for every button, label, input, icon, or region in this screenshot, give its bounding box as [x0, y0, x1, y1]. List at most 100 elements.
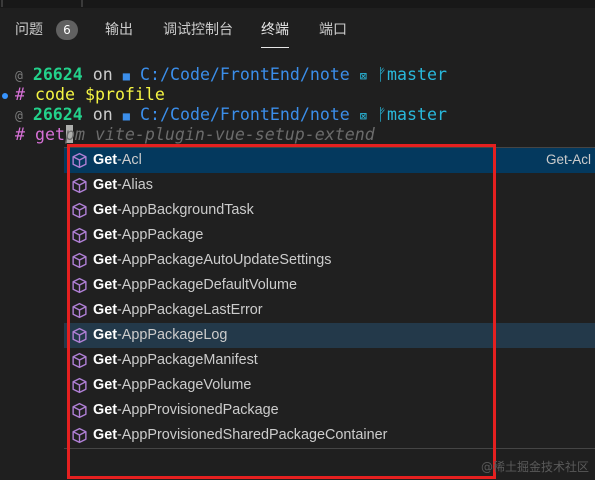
suggestion-item[interactable]: Get-AppBackgroundTask — [64, 198, 595, 223]
suggestion-rest: -AppPackageDefaultVolume — [117, 277, 297, 293]
method-cube-icon — [71, 327, 88, 344]
git-branch: master — [387, 65, 447, 84]
tab-problems[interactable]: 问题 — [15, 21, 43, 39]
suggestion-detail: Get-Acl — [545, 152, 591, 167]
suggestion-item[interactable]: Get-AppProvisionedPackage — [64, 398, 595, 423]
suggestion-rest: -AppProvisionedPackage — [117, 402, 279, 418]
suggestion-item[interactable]: Get-AppProvisionedSharedPackageContainer — [64, 423, 595, 448]
match-highlight: Get — [93, 402, 117, 418]
suggestion-item[interactable]: Get-AppPackage — [64, 223, 595, 248]
suggestion-label: Get-AppPackageManifest — [93, 351, 258, 370]
working-directory: C:/Code/FrontEnd/note — [140, 105, 350, 124]
method-cube-icon — [71, 227, 88, 244]
suggestion-label: Get-AppProvisionedSharedPackageContainer — [93, 426, 387, 445]
suggestion-rest: -AppPackageLastError — [117, 302, 263, 318]
match-highlight: Get — [93, 177, 117, 193]
method-cube-icon — [71, 402, 88, 419]
command-text: code — [35, 85, 75, 104]
tab-output[interactable]: 输出 — [105, 21, 133, 39]
method-cube-icon — [71, 152, 88, 169]
match-highlight: Get — [93, 202, 117, 218]
folder-icon: ■ — [122, 69, 130, 83]
suggestion-rest: -AppPackageManifest — [117, 352, 258, 368]
terminal-line: # code $profile — [15, 85, 165, 105]
git-icon: ⊠ — [359, 69, 368, 83]
method-cube-icon — [71, 252, 88, 269]
suggestion-label: Get-Alias — [93, 176, 153, 195]
command-argument: $profile — [84, 85, 165, 104]
git-icon: ⊠ — [359, 109, 368, 123]
suggestion-rest: -AppPackageVolume — [117, 377, 252, 393]
terminal-line: @ 26624 on ■ C:/Code/FrontEnd/note ⊠ ᚠma… — [15, 105, 447, 125]
terminal-input-line[interactable]: # getpm vite-plugin-vue-setup-extend — [15, 125, 375, 145]
tab-debug-console[interactable]: 调试控制台 — [163, 21, 233, 39]
prompt-symbol: @ — [15, 109, 23, 124]
on-text: on — [92, 105, 113, 124]
method-cube-icon — [71, 377, 88, 394]
match-highlight: Get — [93, 277, 117, 293]
branch-icon: ᚠ — [377, 105, 387, 124]
suggestion-item[interactable]: Get-Alias — [64, 173, 595, 198]
problems-count-badge: 6 — [56, 20, 78, 40]
match-highlight: Get — [93, 227, 117, 243]
method-cube-icon — [71, 302, 88, 319]
suggestion-rest: -AppProvisionedSharedPackageContainer — [117, 427, 388, 443]
process-id: 26624 — [32, 105, 83, 124]
git-branch: master — [387, 105, 447, 124]
process-id: 26624 — [32, 65, 83, 84]
match-highlight: Get — [93, 327, 117, 343]
suggestion-label: Get-AppPackage — [93, 226, 203, 245]
suggestion-rest: -AppPackageLog — [117, 327, 228, 343]
match-highlight: Get — [93, 302, 117, 318]
match-highlight: Get — [93, 252, 117, 268]
suggestion-item[interactable]: Get-AppPackageManifest — [64, 348, 595, 373]
method-cube-icon — [71, 202, 88, 219]
prompt-symbol: @ — [15, 69, 23, 84]
watermark: @稀土掘金技术社区 — [480, 460, 589, 474]
typed-command: get — [35, 125, 65, 144]
divider — [1, 0, 3, 7]
suggestion-item[interactable]: Get-AppPackageDefaultVolume — [64, 273, 595, 298]
hash-prompt: # — [15, 125, 25, 144]
suggestion-rest: -Alias — [117, 177, 153, 193]
suggestion-rest: -Acl — [117, 152, 142, 168]
method-cube-icon — [71, 177, 88, 194]
tab-terminal[interactable]: 终端 — [261, 21, 289, 48]
suggestion-label: Get-AppBackgroundTask — [93, 201, 254, 220]
method-cube-icon — [71, 277, 88, 294]
method-cube-icon — [71, 352, 88, 369]
suggestion-label: Get-AppPackageAutoUpdateSettings — [93, 251, 331, 270]
suggest-widget[interactable]: Get-Acl Get-Acl Get-Alias Get-AppBackground… — [64, 147, 595, 449]
suggestion-item[interactable]: Get-AppPackageAutoUpdateSettings — [64, 248, 595, 273]
method-cube-icon — [71, 427, 88, 444]
suggestion-item[interactable]: Get-AppPackageVolume — [64, 373, 595, 398]
inline-suggestion[interactable]: pm vite-plugin-vue-setup-extend — [65, 125, 375, 144]
tab-ports[interactable]: 端口 — [319, 21, 347, 39]
branch-icon: ᚠ — [377, 65, 387, 84]
command-decoration-icon[interactable] — [2, 93, 8, 99]
suggestion-item[interactable]: Get-AppPackageLastError — [64, 298, 595, 323]
suggestion-rest: -AppPackageAutoUpdateSettings — [117, 252, 332, 268]
folder-icon: ■ — [122, 109, 130, 123]
on-text: on — [92, 65, 113, 84]
suggestion-rest: -AppBackgroundTask — [117, 202, 254, 218]
suggestion-label: Get-AppPackageLog — [93, 326, 227, 345]
working-directory: C:/Code/FrontEnd/note — [140, 65, 350, 84]
suggestion-label: Get-AppPackageVolume — [93, 376, 251, 395]
match-highlight: Get — [93, 427, 117, 443]
match-highlight: Get — [93, 152, 117, 168]
suggestion-item[interactable]: Get-Acl Get-Acl — [64, 148, 595, 173]
divider — [81, 0, 83, 7]
hash-prompt: # — [15, 85, 25, 104]
match-highlight: Get — [93, 352, 117, 368]
terminal-line: @ 26624 on ■ C:/Code/FrontEnd/note ⊠ ᚠma… — [15, 65, 447, 85]
match-highlight: Get — [93, 377, 117, 393]
suggestion-item[interactable]: Get-AppPackageLog — [64, 323, 595, 348]
suggestion-label: Get-AppPackageLastError — [93, 301, 263, 320]
panel-tab-bar: 问题 6 输出 调试控制台 终端 端口 — [0, 8, 595, 52]
suggestion-label: Get-AppProvisionedPackage — [93, 401, 279, 420]
top-border — [0, 0, 595, 8]
suggestion-label: Get-AppPackageDefaultVolume — [93, 276, 297, 295]
suggestion-rest: -AppPackage — [117, 227, 204, 243]
suggestion-label: Get-Acl — [93, 151, 142, 170]
